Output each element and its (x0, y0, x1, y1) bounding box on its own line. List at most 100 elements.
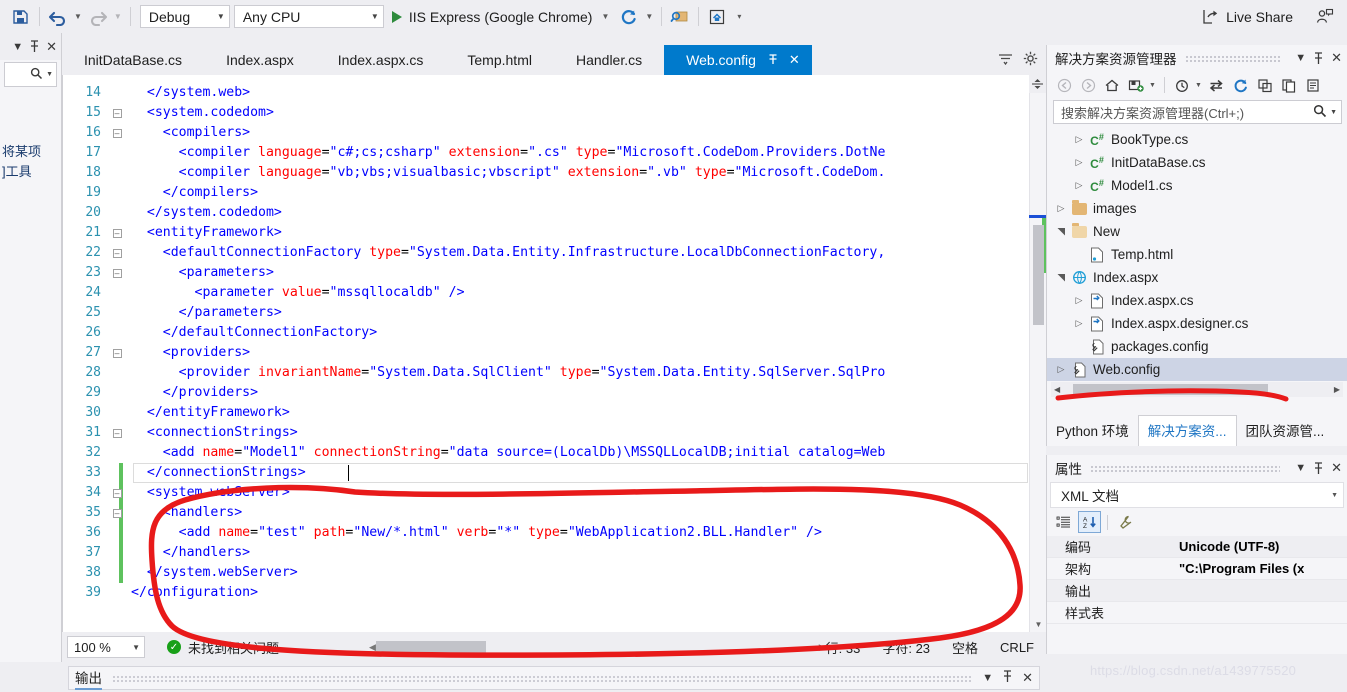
code-text-area[interactable]: 14 </system.web> 15– <system.codedom> 16– … (63, 75, 1046, 632)
close-icon[interactable]: ✕ (46, 39, 57, 55)
chevron-right-icon[interactable]: ▷ (1053, 364, 1069, 375)
undo-icon[interactable] (45, 4, 71, 30)
document-tab-web-config[interactable]: Web.config ✕ (664, 45, 812, 75)
alphabetical-sort-icon[interactable]: A Z (1078, 511, 1101, 533)
editor-scroll-thumb[interactable] (1033, 225, 1044, 325)
home-icon[interactable] (1101, 74, 1123, 96)
code-line[interactable]: 29 </providers> (63, 383, 1046, 403)
pin-icon[interactable] (1313, 461, 1324, 475)
fold-collapse-icon[interactable]: – (109, 108, 125, 118)
tree-node-new[interactable]: New (1047, 220, 1347, 243)
close-icon[interactable]: ✕ (789, 52, 800, 68)
hscroll-thumb[interactable] (1073, 384, 1269, 395)
chevron-down-icon[interactable]: ▼ (12, 41, 23, 53)
editor-horizontal-scrollbar[interactable]: ◀ ▶ (309, 641, 826, 653)
tree-node-index-aspx[interactable]: Index.aspx (1047, 266, 1347, 289)
fold-collapse-icon[interactable]: – (109, 128, 125, 138)
properties-icon[interactable] (1302, 74, 1324, 96)
pin-icon[interactable] (768, 53, 779, 68)
property-row[interactable]: 架构 "C:\Program Files (x (1047, 558, 1347, 580)
code-line[interactable]: 32 <add name="Model1" connectionString="… (63, 443, 1046, 463)
chevron-right-icon[interactable]: ▶ (1331, 385, 1343, 394)
code-line[interactable]: 20 </system.codedom> (63, 203, 1046, 223)
pin-icon[interactable] (1313, 51, 1324, 65)
gear-icon[interactable] (1023, 51, 1038, 69)
toolbar-overflow-icon[interactable]: ▾ (734, 12, 744, 21)
panel-drag-dots[interactable] (1090, 464, 1281, 472)
chevron-down-icon[interactable]: ▼ (1195, 82, 1204, 89)
pending-changes-icon[interactable] (1171, 74, 1193, 96)
code-line[interactable]: 33 </connectionStrings> (63, 463, 1046, 483)
start-debug-dropdown-icon[interactable]: ▼ (598, 12, 612, 21)
tree-node-temp-html[interactable]: Temp.html (1047, 243, 1347, 266)
properties-wrench-icon[interactable] (1114, 511, 1137, 533)
start-debug-button[interactable]: IIS Express (Google Chrome) (391, 9, 592, 25)
code-editor[interactable]: 14 </system.web> 15– <system.codedom> 16– … (62, 75, 1046, 632)
pin-icon[interactable] (29, 40, 40, 53)
solution-explorer-tab-1[interactable]: 解决方案资... (1137, 415, 1237, 446)
code-line[interactable]: 27– <providers> (63, 343, 1046, 363)
tree-node-web-config[interactable]: ▷ Web.config (1047, 358, 1347, 381)
panel-drag-dots[interactable] (112, 674, 973, 682)
code-line[interactable]: 38 </system.webServer> (63, 563, 1046, 583)
chevron-left-icon[interactable]: ◀ (369, 642, 376, 653)
document-tab-initdatabase-cs[interactable]: InitDataBase.cs (62, 45, 205, 75)
tree-node-booktype-cs[interactable]: ▷ C# BookType.cs (1047, 128, 1347, 151)
chevron-down-icon[interactable]: ▼ (1149, 82, 1158, 89)
chevron-right-icon[interactable]: ▷ (1071, 157, 1087, 168)
chevron-down-icon[interactable]: ▼ (1295, 52, 1306, 64)
chevron-right-icon[interactable]: ▷ (1071, 295, 1087, 306)
code-line[interactable]: 25 </parameters> (63, 303, 1046, 323)
solution-tree[interactable]: ▷ C# BookType.cs ▷ C# InitDataBase.cs ▷ C# Model… (1047, 128, 1347, 381)
chevron-down-icon[interactable] (1053, 227, 1069, 236)
property-row[interactable]: 编码 Unicode (UTF-8) (1047, 536, 1347, 558)
tree-node-index-aspx-cs[interactable]: ▷ Index.aspx.cs (1047, 289, 1347, 312)
code-line[interactable]: 35– <handlers> (63, 503, 1046, 523)
code-line[interactable]: 16– <compilers> (63, 123, 1046, 143)
send-feedback-icon[interactable] (1311, 4, 1337, 30)
categorized-view-icon[interactable] (1052, 511, 1075, 533)
document-tab-index-aspx-cs[interactable]: Index.aspx.cs (315, 45, 446, 75)
fold-collapse-icon[interactable]: – (109, 508, 125, 518)
tab-list-icon[interactable] (998, 53, 1013, 68)
browser-refresh-icon[interactable] (616, 4, 642, 30)
browser-refresh-dropdown-icon[interactable]: ▼ (642, 12, 656, 21)
chevron-down-icon[interactable]: ▼ (982, 672, 993, 684)
code-line[interactable]: 30 </entityFramework> (63, 403, 1046, 423)
chevron-right-icon[interactable]: ▷ (1071, 134, 1087, 145)
code-line[interactable]: 39 </configuration> (63, 583, 1046, 603)
fold-collapse-icon[interactable]: – (109, 228, 125, 238)
tree-node-images[interactable]: ▷ images (1047, 197, 1347, 220)
tree-node-model1-cs[interactable]: ▷ C# Model1.cs (1047, 174, 1347, 197)
code-line[interactable]: 15– <system.codedom> (63, 103, 1046, 123)
hscroll-thumb[interactable] (375, 641, 486, 653)
code-line[interactable]: 31– <connectionStrings> (63, 423, 1046, 443)
chevron-right-icon[interactable]: ▷ (1053, 203, 1069, 214)
chevron-down-icon[interactable]: ▼ (46, 71, 53, 78)
code-line[interactable]: 17 <compiler language="c#;cs;csharp" ext… (63, 143, 1046, 163)
code-line[interactable]: 26 </defaultConnectionFactory> (63, 323, 1046, 343)
code-line[interactable]: 14 </system.web> (63, 83, 1046, 103)
fold-collapse-icon[interactable]: – (109, 428, 125, 438)
code-line[interactable]: 23– <parameters> (63, 263, 1046, 283)
chevron-right-icon[interactable]: ▷ (1071, 318, 1087, 329)
solution-explorer-tab-0[interactable]: Python 环境 (1047, 416, 1138, 446)
refresh-icon[interactable] (1230, 74, 1252, 96)
fold-collapse-icon[interactable]: – (109, 348, 125, 358)
code-line[interactable]: 34– <system.webServer> (63, 483, 1046, 503)
code-line[interactable]: 22– <defaultConnectionFactory type="Syst… (63, 243, 1046, 263)
code-line[interactable]: 19 </compilers> (63, 183, 1046, 203)
tree-node-packages-config[interactable]: packages.config (1047, 335, 1347, 358)
properties-grid[interactable]: 编码 Unicode (UTF-8) 架构 "C:\Program Files (x 输… (1047, 536, 1347, 624)
show-all-files-icon[interactable] (1278, 74, 1300, 96)
property-row[interactable]: 样式表 (1047, 602, 1347, 624)
document-tab-temp-html[interactable]: Temp.html (445, 45, 554, 75)
home-frame-icon[interactable] (704, 4, 730, 30)
zoom-level-dropdown[interactable]: 100 % ▼ (67, 636, 145, 658)
live-share-button[interactable]: Live Share (1201, 8, 1293, 25)
solution-explorer-horizontal-scrollbar[interactable]: ◀ ▶ (1051, 382, 1343, 397)
code-line[interactable]: 21– <entityFramework> (63, 223, 1046, 243)
chevron-left-icon[interactable]: ◀ (1051, 385, 1063, 394)
fold-collapse-icon[interactable]: – (109, 248, 125, 258)
chevron-down-icon[interactable]: ▼ (1330, 109, 1337, 116)
